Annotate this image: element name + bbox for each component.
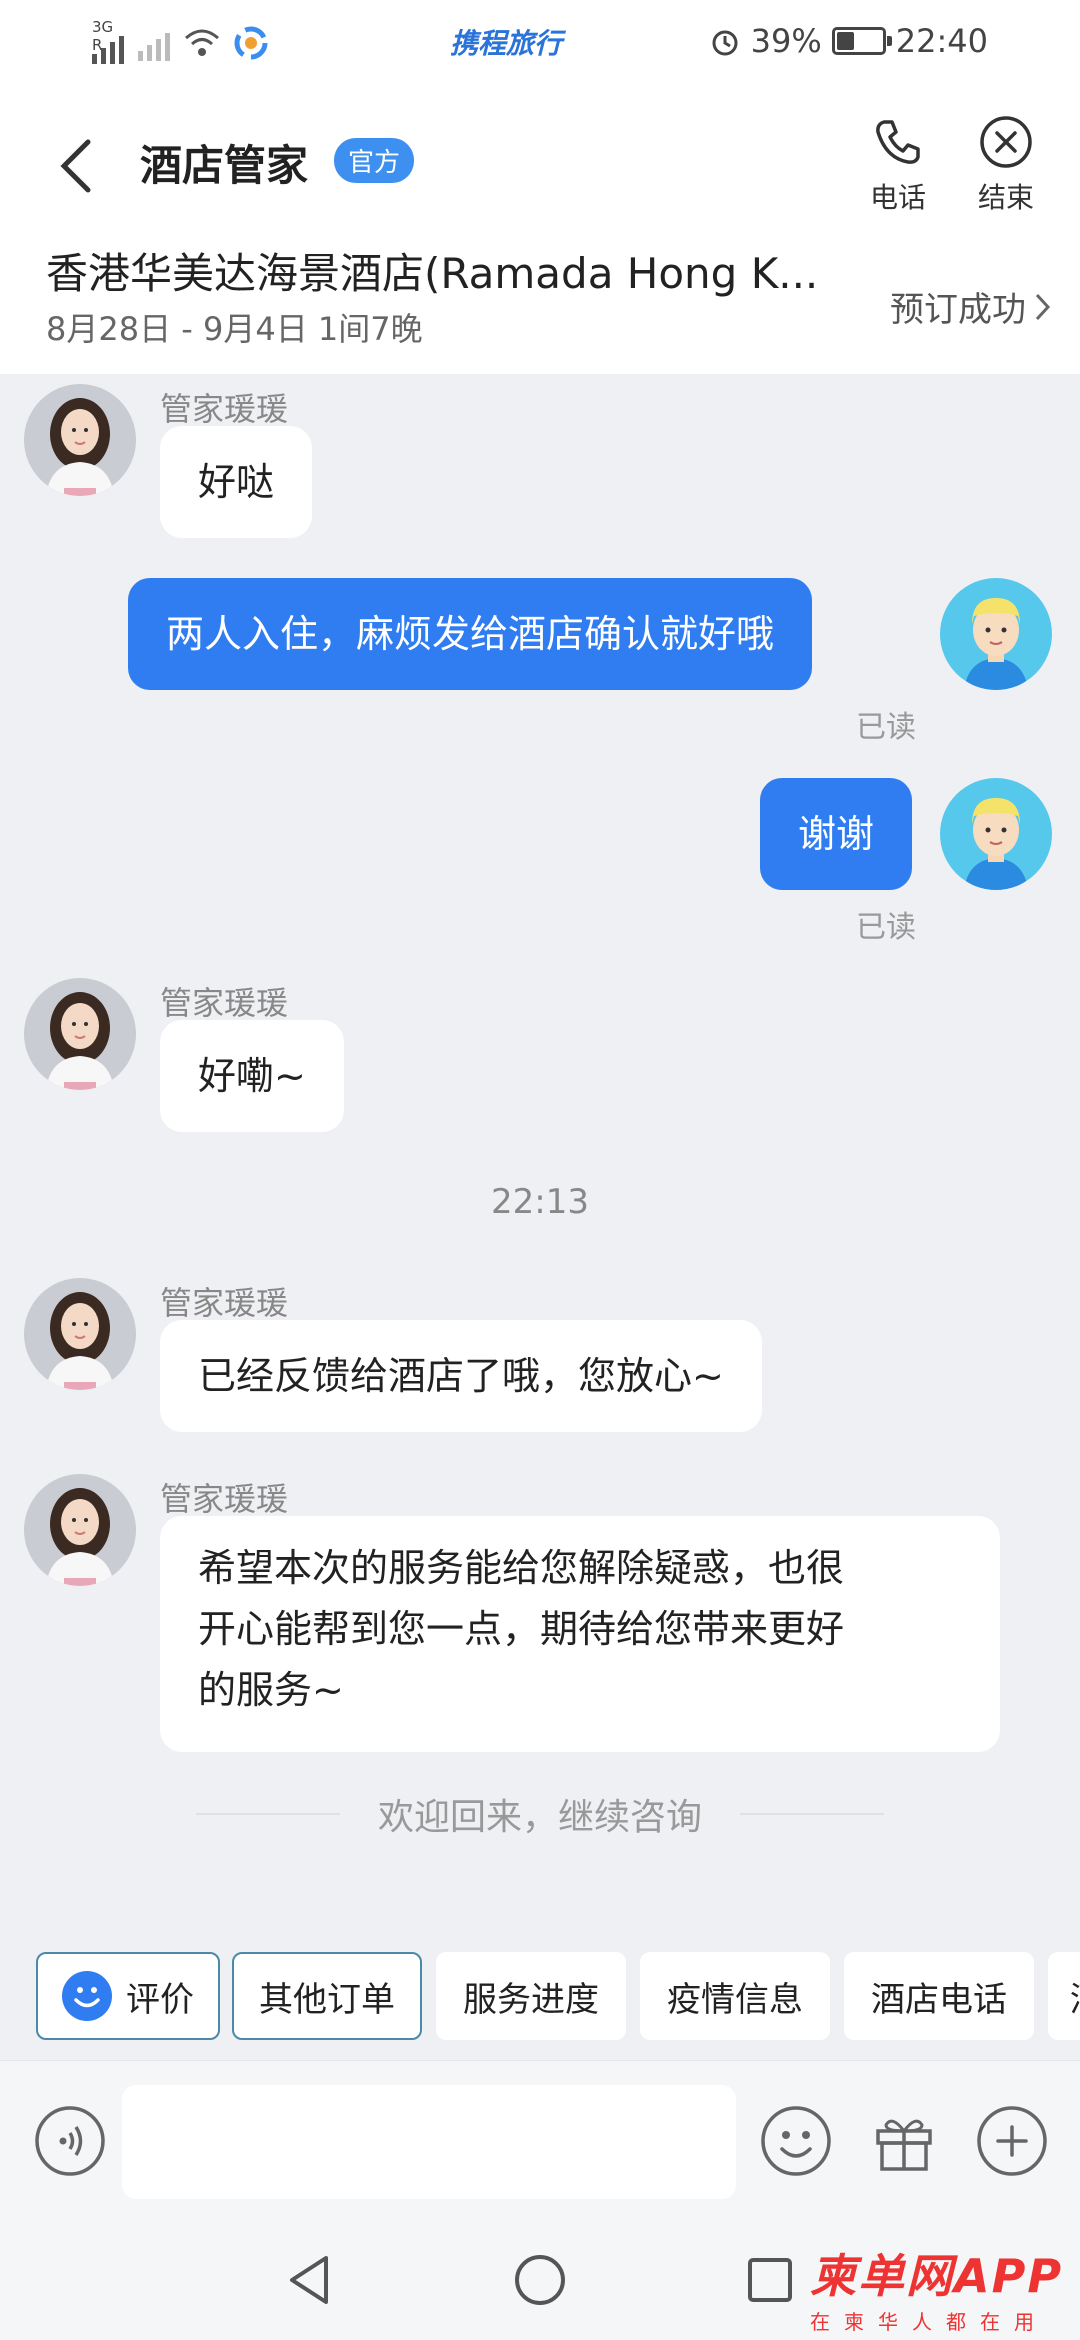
- plus-circle-icon: [977, 2106, 1047, 2176]
- system-nav-bar: 柬单网APP 在柬华人都在用: [0, 2220, 1080, 2340]
- user-avatar[interactable]: [940, 578, 1052, 690]
- status-bar: 3G R 携程旅行 39% 22:40: [0, 0, 1080, 84]
- status-right: 39% 22:40: [709, 22, 988, 60]
- chip-label: 酒: [1070, 1972, 1080, 2021]
- agent-avatar[interactable]: [24, 1474, 136, 1586]
- end-button[interactable]: 结束: [966, 114, 1046, 216]
- agent-name: 管家瑗瑗: [160, 1284, 289, 1322]
- system-notice-text: 欢迎回来，继续咨询: [378, 1797, 703, 1838]
- network-label: 3G R: [92, 18, 114, 54]
- emoji-button[interactable]: [756, 2101, 836, 2181]
- message-line: 希望本次的服务能给您解除疑惑，也很: [198, 1546, 845, 1590]
- hotel-phone-chip[interactable]: 酒店电话: [844, 1952, 1034, 2040]
- agent-name: 管家瑗瑗: [160, 1480, 289, 1518]
- more-chip[interactable]: 酒: [1048, 1952, 1080, 2040]
- chip-label: 酒店电话: [871, 1979, 1007, 2020]
- user-avatar[interactable]: [940, 778, 1052, 890]
- agent-message[interactable]: 好哒: [160, 426, 313, 538]
- chat-area[interactable]: 管家瑗瑗 好哒 两人入住，麻烦发给酒店确认就好哦 已读 谢谢 已读 管家瑗瑗 好…: [0, 374, 1080, 1940]
- back-arrow-icon: [60, 139, 91, 193]
- triangle-back-icon: [290, 2256, 328, 2304]
- emoji-icon: [761, 2106, 831, 2176]
- hotel-name[interactable]: 香港华美达海景酒店(Ramada Hong K...: [46, 240, 836, 301]
- gift-button[interactable]: [864, 2101, 944, 2181]
- nav-recents-button[interactable]: [740, 2250, 800, 2310]
- message-line: 开心能帮到您一点，期待给您带来更好: [198, 1607, 845, 1651]
- agent-portrait: [24, 1278, 136, 1390]
- voice-button[interactable]: [30, 2101, 110, 2181]
- chip-label: 评价: [126, 1979, 194, 2020]
- agent-message[interactable]: 好嘞~: [160, 1020, 344, 1132]
- message-line: 的服务~: [198, 1668, 344, 1712]
- gift-icon: [876, 2119, 932, 2171]
- read-receipt: 已读: [856, 910, 916, 945]
- phone-icon: [876, 120, 920, 164]
- service-progress-chip[interactable]: 服务进度: [436, 1952, 626, 2040]
- booking-status-label: 预订成功: [890, 290, 1026, 330]
- voice-icon: [35, 2106, 105, 2176]
- plus-button[interactable]: [972, 2101, 1052, 2181]
- quick-actions-bar[interactable]: 评价 其他订单 服务进度 疫情信息 酒店电话 酒: [0, 1940, 1080, 2060]
- signal-indicators: 3G R: [92, 18, 268, 64]
- close-circle-icon: [980, 116, 1032, 168]
- app-notification-icon: [234, 26, 268, 60]
- battery-fill: [836, 32, 854, 50]
- stay-dates: 8月28日 - 9月4日 1间7晚: [46, 310, 423, 348]
- user-message[interactable]: 两人入住，麻烦发给酒店确认就好哦: [128, 578, 813, 690]
- end-label: 结束: [977, 181, 1034, 214]
- phone-button[interactable]: 电话: [858, 114, 938, 216]
- message-timestamp: 22:13: [491, 1182, 589, 1222]
- booking-status-link[interactable]: 预订成功: [890, 282, 1052, 331]
- page-title: 酒店管家: [140, 141, 309, 190]
- clock: 22:40: [895, 22, 988, 60]
- message-input[interactable]: [122, 2085, 736, 2199]
- smile-icon: [62, 1971, 112, 2021]
- app-title: 携程旅行: [450, 27, 563, 60]
- user-message[interactable]: 谢谢: [760, 778, 913, 890]
- chat-header: 酒店管家 官方 电话 结束 香港华美达海景酒店(Ramada Hong K...…: [0, 84, 1080, 374]
- system-notice: 欢迎回来，继续咨询: [196, 1788, 885, 1840]
- agent-name: 管家瑗瑗: [160, 984, 289, 1022]
- battery-percent: 39%: [750, 22, 822, 60]
- divider: [740, 1813, 885, 1815]
- watermark-tagline: 在柬华人都在用: [810, 2310, 1048, 2334]
- nav-back-button[interactable]: [280, 2250, 340, 2310]
- agent-avatar[interactable]: [24, 1278, 136, 1390]
- alarm-icon: [712, 30, 738, 56]
- wifi-icon: [185, 29, 219, 56]
- read-receipt: 已读: [856, 710, 916, 745]
- agent-avatar[interactable]: [24, 384, 136, 496]
- user-portrait: [940, 778, 1052, 890]
- divider: [196, 1813, 340, 1815]
- agent-name: 管家瑗瑗: [160, 390, 289, 428]
- agent-portrait: [24, 978, 136, 1090]
- other-orders-chip[interactable]: 其他订单: [232, 1952, 422, 2040]
- circle-home-icon: [515, 2255, 565, 2305]
- back-button[interactable]: [48, 124, 108, 204]
- phone-label: 电话: [869, 181, 926, 214]
- input-bar: [0, 2060, 1080, 2220]
- square-recents-icon: [748, 2258, 792, 2302]
- agent-avatar[interactable]: [24, 978, 136, 1090]
- chip-label: 服务进度: [463, 1979, 599, 2020]
- watermark: 柬单网APP 在柬华人都在用: [810, 2240, 1070, 2334]
- chevron-right-icon: [1035, 293, 1051, 320]
- epidemic-info-chip[interactable]: 疫情信息: [640, 1952, 830, 2040]
- agent-portrait: [24, 1474, 136, 1586]
- user-portrait: [940, 578, 1052, 690]
- battery-icon: [831, 27, 892, 55]
- chip-label: 疫情信息: [667, 1979, 803, 2020]
- agent-message[interactable]: 希望本次的服务能给您解除疑惑，也很 开心能帮到您一点，期待给您带来更好 的服务~: [160, 1516, 1000, 1752]
- signal-strength-icon: 3G R: [92, 18, 124, 64]
- watermark-logo: 柬单网APP: [810, 2249, 1064, 2303]
- official-badge: 官方: [334, 138, 415, 183]
- nav-home-button[interactable]: [510, 2250, 570, 2310]
- agent-portrait: [24, 384, 136, 496]
- chip-label: 其他订单: [259, 1979, 395, 2020]
- agent-message[interactable]: 已经反馈给酒店了哦，您放心~: [160, 1320, 762, 1432]
- rate-chip[interactable]: 评价: [36, 1952, 220, 2040]
- signal-sim2-icon: [138, 25, 170, 61]
